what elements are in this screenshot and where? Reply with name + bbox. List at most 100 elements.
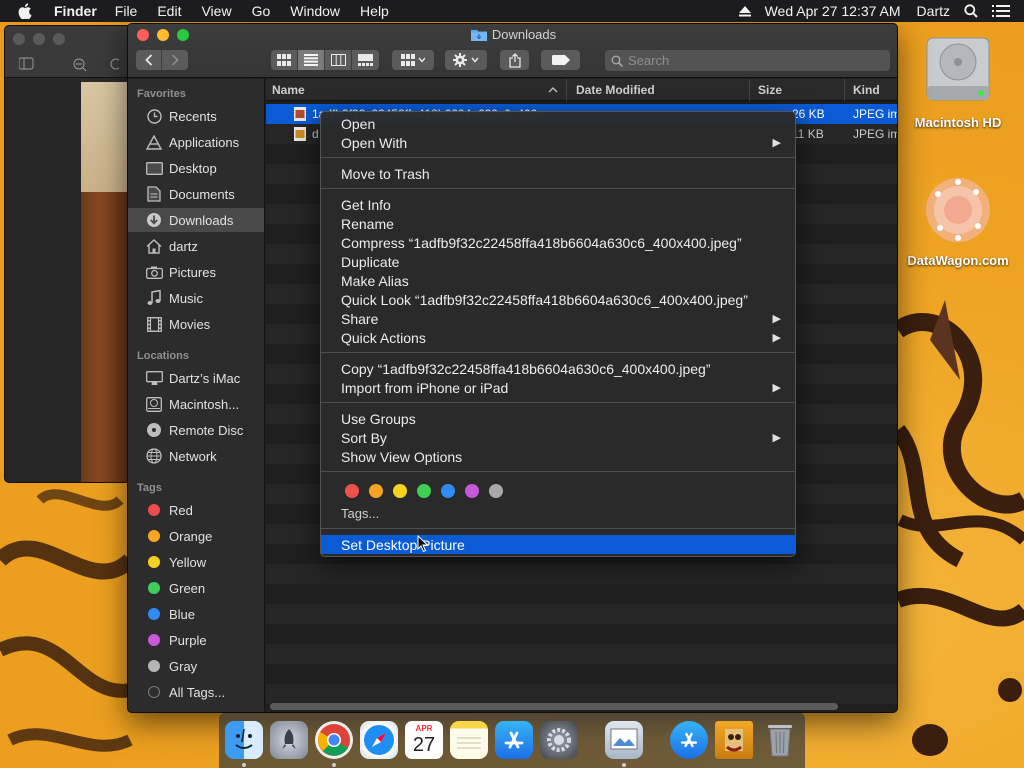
menu-view[interactable]: View — [201, 3, 231, 19]
menu-item-copy[interactable]: Copy “1adfb9f32c22458ffa418b6604a630c6_4… — [321, 359, 795, 378]
tag-purple-dot[interactable] — [465, 484, 479, 498]
menu-item-import-from-iphone[interactable]: Import from iPhone or iPad ▶ — [321, 378, 795, 397]
tag-orange-dot[interactable] — [369, 484, 383, 498]
sidebar-item-imac[interactable]: Dartz’s iMac — [128, 366, 264, 390]
wallpaper-thumbnail-icon[interactable] — [715, 721, 753, 759]
gallery-view-button[interactable] — [352, 50, 379, 70]
chrome-app-icon[interactable] — [315, 721, 353, 759]
menu-item-rename[interactable]: Rename — [321, 214, 795, 233]
menu-help[interactable]: Help — [360, 3, 389, 19]
column-header-kind[interactable]: Kind — [853, 83, 880, 97]
app-store-downloads-icon[interactable] — [670, 721, 708, 759]
sidebar-item-home[interactable]: dartz — [128, 234, 264, 258]
sidebar-item-desktop[interactable]: Desktop — [128, 156, 264, 180]
sidebar-item-pictures[interactable]: Pictures — [128, 260, 264, 284]
menu-edit[interactable]: Edit — [157, 3, 181, 19]
sidebar-tag-purple[interactable]: Purple — [128, 628, 264, 652]
menu-separator — [321, 157, 795, 158]
tag-green-dot[interactable] — [417, 484, 431, 498]
sidebar-item-applications[interactable]: Applications — [128, 130, 264, 154]
desktop-icon-macintosh-hd[interactable]: Macintosh HD — [908, 32, 1008, 130]
search-field[interactable] — [605, 50, 890, 71]
preview-window-controls[interactable] — [13, 33, 65, 45]
sidebar-item-recents[interactable]: Recents — [128, 104, 264, 128]
menu-separator — [321, 528, 795, 529]
menu-finder[interactable]: Finder — [54, 3, 97, 19]
menu-item-duplicate[interactable]: Duplicate — [321, 252, 795, 271]
sidebar-tag-gray[interactable]: Gray — [128, 654, 264, 678]
icon-view-button[interactable] — [271, 50, 298, 70]
menu-item-make-alias[interactable]: Make Alias — [321, 271, 795, 290]
horizontal-scrollbar[interactable] — [270, 703, 838, 710]
menu-item-tags[interactable]: Tags... — [321, 504, 795, 523]
action-button[interactable] — [445, 50, 487, 70]
back-button[interactable] — [136, 50, 163, 70]
menu-file[interactable]: File — [115, 3, 138, 19]
running-indicator — [242, 763, 246, 767]
notes-app-icon[interactable] — [450, 721, 488, 759]
file-kind: JPEG image — [853, 127, 897, 141]
control-center-list-icon[interactable] — [992, 4, 1010, 18]
close-icon[interactable] — [13, 33, 25, 45]
apple-icon[interactable] — [18, 3, 40, 19]
menubar-user[interactable]: Dartz — [917, 3, 950, 19]
column-view-button[interactable] — [325, 50, 352, 70]
menu-item-sort-by[interactable]: Sort By ▶ — [321, 428, 795, 447]
column-header-date-modified[interactable]: Date Modified — [576, 83, 655, 97]
sidebar-tag-blue[interactable]: Blue — [128, 602, 264, 626]
menu-item-use-groups[interactable]: Use Groups — [321, 409, 795, 428]
safari-app-icon[interactable] — [360, 721, 398, 759]
tag-yellow-dot[interactable] — [393, 484, 407, 498]
calendar-app-icon[interactable]: APR 27 — [405, 721, 443, 759]
sidebar-item-remote-disc[interactable]: Remote Disc — [128, 418, 264, 442]
group-by-button[interactable] — [392, 50, 434, 70]
menu-item-quick-actions[interactable]: Quick Actions ▶ — [321, 328, 795, 347]
sidebar-tag-orange[interactable]: Orange — [128, 524, 264, 548]
tag-blue-dot[interactable] — [441, 484, 455, 498]
tag-red-dot[interactable] — [345, 484, 359, 498]
sidebar-item-movies[interactable]: Movies — [128, 312, 264, 336]
menu-item-move-to-trash[interactable]: Move to Trash — [321, 164, 795, 183]
zoom-icon[interactable] — [53, 33, 65, 45]
search-input[interactable] — [628, 53, 878, 68]
edit-tags-button[interactable] — [541, 50, 580, 70]
menu-item-share[interactable]: Share ▶ — [321, 309, 795, 328]
sidebar-item-documents[interactable]: Documents — [128, 182, 264, 206]
spotlight-search-icon[interactable] — [964, 4, 978, 18]
app-store-app-icon[interactable] — [495, 721, 533, 759]
list-view-button[interactable] — [298, 50, 325, 70]
preview-app-icon[interactable] — [605, 721, 643, 759]
menu-item-set-desktop-picture[interactable]: Set Desktop Picture — [321, 535, 795, 554]
menubar-clock[interactable]: Wed Apr 27 12:37 AM — [765, 3, 901, 19]
menu-item-compress[interactable]: Compress “1adfb9f32c22458ffa418b6604a630… — [321, 233, 795, 252]
forward-button[interactable] — [162, 50, 188, 70]
minimize-icon[interactable] — [33, 33, 45, 45]
menu-item-show-view-options[interactable]: Show View Options — [321, 447, 795, 466]
sidebar-item-macintosh-hd[interactable]: Macintosh... — [128, 392, 264, 416]
system-preferences-app-icon[interactable] — [540, 721, 578, 759]
launchpad-app-icon[interactable] — [270, 721, 308, 759]
menu-item-open-with[interactable]: Open With ▶ — [321, 133, 795, 152]
menu-item-open[interactable]: Open — [321, 114, 795, 133]
sidebar-tag-yellow[interactable]: Yellow — [128, 550, 264, 574]
tag-gray-dot[interactable] — [489, 484, 503, 498]
sidebar-all-tags[interactable]: All Tags... — [128, 680, 264, 704]
sidebar-tag-green[interactable]: Green — [128, 576, 264, 600]
trash-icon[interactable] — [761, 721, 799, 759]
column-header-name[interactable]: Name — [272, 83, 305, 97]
eject-icon[interactable] — [738, 5, 751, 17]
sidebar-item-label: Recents — [169, 108, 217, 124]
finder-app-icon[interactable] — [225, 721, 263, 759]
desktop-icon-datawagon[interactable]: DataWagon.com — [904, 170, 1012, 268]
sidebar-item-downloads[interactable]: Downloads — [128, 208, 264, 232]
sidebar-item-music[interactable]: Music — [128, 286, 264, 310]
background-preview-window[interactable] — [4, 25, 132, 483]
menu-item-quick-look[interactable]: Quick Look “1adfb9f32c22458ffa418b6604a6… — [321, 290, 795, 309]
menu-window[interactable]: Window — [290, 3, 340, 19]
sidebar-item-network[interactable]: Network — [128, 444, 264, 468]
share-button[interactable] — [500, 50, 529, 70]
menu-item-get-info[interactable]: Get Info — [321, 195, 795, 214]
menu-go[interactable]: Go — [252, 3, 271, 19]
sidebar-tag-red[interactable]: Red — [128, 498, 264, 522]
column-header-size[interactable]: Size — [758, 83, 782, 97]
